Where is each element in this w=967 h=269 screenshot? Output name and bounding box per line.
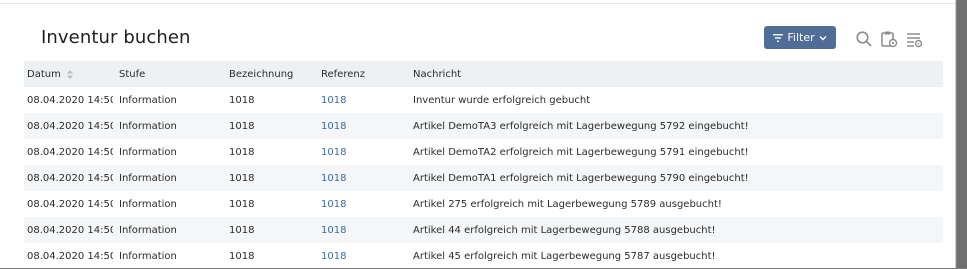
table-row[interactable]: 08.04.2020 14:50 Information 1018 1018 A… [24, 139, 943, 165]
dialog-top-divider [0, 3, 955, 4]
protocol-table: Datum Stufe Bezeichnung Referenz Nachric… [24, 61, 943, 269]
cell-referenz-link[interactable]: 1018 [321, 243, 406, 269]
cell-datum: 08.04.2020 14:50 [27, 198, 113, 210]
cell-stufe: Information [119, 146, 177, 158]
cell-nachricht: Artikel DemoTA1 erfolgreich mit Lagerbew… [413, 172, 749, 184]
cell-referenz-link[interactable]: 1018 [321, 217, 406, 243]
cell-referenz-link[interactable]: 1018 [321, 165, 406, 191]
cell-nachricht: Artikel 275 erfolgreich mit Lagerbewegun… [413, 198, 722, 210]
sort-icon[interactable] [66, 69, 73, 79]
cell-bezeichnung: 1018 [229, 94, 255, 106]
inventur-dialog: Inventur buchen Filter Datum Stufe Bezei… [0, 0, 956, 268]
table-header-row: Datum Stufe Bezeichnung Referenz Nachric… [24, 61, 943, 87]
cell-nachricht: Artikel DemoTA3 erfolgreich mit Lagerbew… [413, 120, 749, 132]
column-header-stufe[interactable]: Stufe [119, 61, 219, 87]
clipboard-settings-icon[interactable] [879, 29, 899, 49]
column-header-bezeichnung[interactable]: Bezeichnung [229, 61, 314, 87]
cell-nachricht: Artikel 44 erfolgreich mit Lagerbewegung… [413, 224, 716, 236]
cell-nachricht: Artikel DemoTA2 erfolgreich mit Lagerbew… [413, 146, 749, 158]
cell-datum: 08.04.2020 14:50 [27, 224, 113, 236]
cell-bezeichnung: 1018 [229, 172, 255, 184]
table-row[interactable]: 08.04.2020 14:50 Information 1018 1018 A… [24, 113, 943, 139]
table-row[interactable]: 08.04.2020 14:50 Information 1018 1018 A… [24, 165, 943, 191]
cell-referenz-link[interactable]: 1018 [321, 113, 406, 139]
cell-datum: 08.04.2020 14:50 [27, 94, 113, 106]
cell-stufe: Information [119, 198, 177, 210]
backdrop-edge [957, 0, 967, 268]
cell-stufe: Information [119, 224, 177, 236]
cell-referenz-link[interactable]: 1018 [321, 139, 406, 165]
cell-nachricht: Inventur wurde erfolgreich gebucht [413, 94, 591, 106]
cell-stufe: Information [119, 250, 177, 262]
column-header-label: Datum [27, 68, 61, 80]
cell-bezeichnung: 1018 [229, 224, 255, 236]
table-row[interactable]: 08.04.2020 14:50 Information 1018 1018 A… [24, 243, 943, 269]
filter-button[interactable]: Filter [764, 26, 836, 49]
chevron-down-icon [819, 35, 827, 41]
cell-bezeichnung: 1018 [229, 250, 255, 262]
cell-datum: 08.04.2020 14:50 [27, 146, 113, 158]
cell-stufe: Information [119, 120, 177, 132]
cell-datum: 08.04.2020 14:50 [27, 120, 113, 132]
cell-datum: 08.04.2020 14:50 [27, 172, 113, 184]
cell-nachricht: Artikel 45 erfolgreich mit Lagerbewegung… [413, 250, 716, 262]
search-icon[interactable] [854, 29, 874, 49]
filter-button-label: Filter [787, 31, 815, 44]
column-header-datum[interactable]: Datum [27, 61, 113, 87]
cell-stufe: Information [119, 94, 177, 106]
filter-icon [773, 33, 784, 42]
cell-referenz-link[interactable]: 1018 [321, 87, 406, 113]
toolbar-icons [854, 28, 924, 50]
table-row[interactable]: 08.04.2020 14:50 Information 1018 1018 A… [24, 217, 943, 243]
cell-stufe: Information [119, 172, 177, 184]
cell-bezeichnung: 1018 [229, 198, 255, 210]
table-row[interactable]: 08.04.2020 14:50 Information 1018 1018 A… [24, 191, 943, 217]
cell-bezeichnung: 1018 [229, 120, 255, 132]
cell-referenz-link[interactable]: 1018 [321, 191, 406, 217]
table-row[interactable]: 08.04.2020 14:50 Information 1018 1018 I… [24, 87, 943, 113]
cell-bezeichnung: 1018 [229, 146, 255, 158]
column-header-referenz[interactable]: Referenz [321, 61, 406, 87]
dialog-title: Inventur buchen [41, 27, 191, 48]
column-header-nachricht[interactable]: Nachricht [413, 61, 933, 87]
cell-datum: 08.04.2020 14:50 [27, 250, 113, 262]
list-settings-icon[interactable] [904, 29, 924, 49]
